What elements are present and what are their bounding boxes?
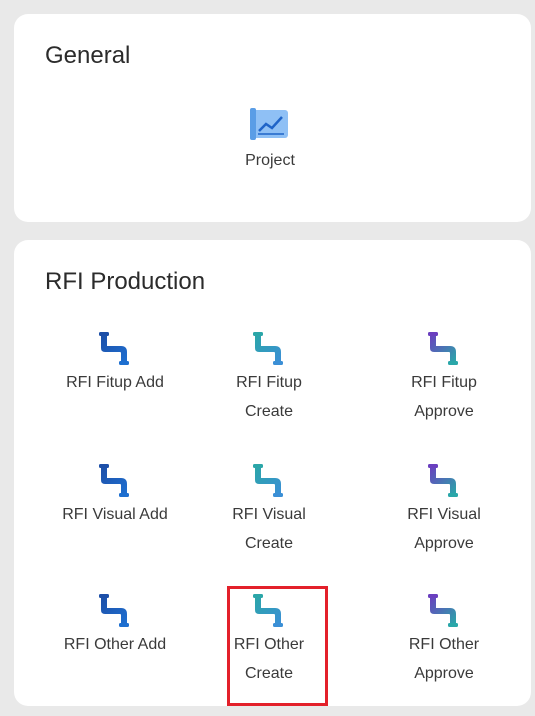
pipe-create-icon bbox=[253, 332, 283, 365]
tile-rfi-fitup-create[interactable]: RFI Fitup Create bbox=[194, 330, 344, 426]
pipe-approve-icon bbox=[428, 464, 458, 497]
pipe-approve-icon bbox=[428, 332, 458, 365]
tile-rfi-other-approve[interactable]: RFI Other Approve bbox=[369, 592, 519, 688]
tile-rfi-other-create[interactable]: RFI Other Create bbox=[194, 592, 344, 688]
tile-rfi-visual-approve[interactable]: RFI Visual Approve bbox=[369, 462, 519, 558]
pipe-approve-icon bbox=[428, 594, 458, 627]
project-label: Project bbox=[245, 152, 295, 169]
tile-label: RFI Fitup Create bbox=[236, 374, 302, 420]
pipe-add-icon bbox=[99, 594, 129, 627]
tile-label: RFI Other Create bbox=[233, 636, 305, 682]
pipe-create-icon bbox=[253, 594, 283, 627]
rfi-production-title: RFI Production bbox=[45, 268, 206, 295]
project-tile[interactable]: Project bbox=[195, 104, 345, 175]
tile-label: RFI Visual Approve bbox=[407, 506, 481, 552]
tile-rfi-other-add[interactable]: RFI Other Add bbox=[40, 592, 190, 659]
tile-label: RFI Visual Create bbox=[232, 506, 306, 552]
tile-rfi-visual-create[interactable]: RFI Visual Create bbox=[194, 462, 344, 558]
tile-label: RFI Fitup Approve bbox=[411, 374, 477, 420]
pipe-create-icon bbox=[253, 464, 283, 497]
pipe-add-icon bbox=[99, 464, 129, 497]
tile-label: RFI Other Approve bbox=[408, 636, 480, 682]
general-card: General Project bbox=[14, 14, 531, 222]
rfi-production-card: RFI Production RFI Fitup Add RFI Fitup Cr… bbox=[14, 240, 531, 706]
tile-label: RFI Fitup Add bbox=[66, 374, 164, 391]
tile-label: RFI Visual Add bbox=[62, 506, 168, 523]
tile-rfi-fitup-add[interactable]: RFI Fitup Add bbox=[40, 330, 190, 397]
tile-rfi-fitup-approve[interactable]: RFI Fitup Approve bbox=[369, 330, 519, 426]
project-chart-icon bbox=[250, 108, 288, 140]
pipe-add-icon bbox=[99, 332, 129, 365]
tile-rfi-visual-add[interactable]: RFI Visual Add bbox=[40, 462, 190, 529]
general-title: General bbox=[45, 42, 131, 69]
tile-label: RFI Other Add bbox=[63, 636, 167, 653]
